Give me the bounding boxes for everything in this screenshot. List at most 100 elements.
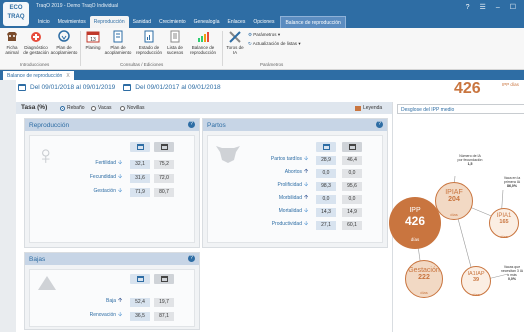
row-label-prolificidad: Prolificidad: [277, 182, 302, 188]
panel-body: Partos tardíos 🡫 28,9 46,4 Abortos 🡩 0,0…: [207, 135, 383, 243]
ipp-kpi-value: 426: [454, 80, 481, 97]
group-introducciones: Introducciones: [20, 62, 50, 67]
radio-selected-icon: [60, 105, 65, 111]
help-icon[interactable]: ?: [188, 255, 195, 262]
menu-icon[interactable]: ☰: [480, 4, 486, 12]
legend-button[interactable]: Leyenda: [355, 105, 382, 111]
legend-icon: [355, 105, 361, 111]
help-icon[interactable]: ?: [466, 4, 470, 12]
value-current: 71,9: [130, 188, 150, 197]
group-consultas: Consultas / Ediciones: [120, 62, 164, 67]
lista-sucesos-button[interactable]: Lista de sucesos: [164, 30, 186, 55]
calendar-icon: [322, 144, 330, 150]
list-icon: [170, 30, 180, 43]
note-tres-ia: Vacas que necesitan 3 IA o más 0,0%: [500, 265, 524, 281]
calendar-icon: [348, 144, 356, 150]
minimize-icon[interactable]: –: [496, 4, 500, 12]
mating-icon: [58, 30, 70, 42]
panel-body: ♀ Fertilidad 🡫 32,1 75,2 Fecundidad 🡫 31…: [29, 135, 195, 243]
previous-period-header: [154, 142, 174, 152]
value-previous: 95,6: [342, 182, 362, 191]
radio-icon: [91, 105, 96, 111]
value-previous: 46,4: [342, 156, 362, 165]
ipp-breakdown-diagram: Desglose del IPP medio Número de IA por …: [389, 102, 524, 332]
value-previous: 19,7: [154, 298, 174, 307]
document-tab-bar: Balance de reproducción X: [0, 70, 524, 80]
value-current: 0,0: [316, 169, 336, 178]
value-current: 28,9: [316, 156, 336, 165]
tools-icon: [229, 31, 241, 43]
maximize-icon[interactable]: ☐: [510, 4, 516, 12]
row-label-gestacion: Gestación: [93, 188, 116, 194]
radio-rebano[interactable]: Rebaño: [60, 105, 85, 111]
calendar-icon[interactable]: [123, 84, 132, 91]
value-previous: 87,1: [154, 312, 174, 321]
date-range-current[interactable]: Del 09/01/2018 al 09/01/2019: [30, 84, 115, 91]
ficha-animal-button[interactable]: Ficha animal: [2, 30, 22, 55]
menu-sanidad[interactable]: Sanidad: [129, 16, 155, 28]
bar-chart-icon: [198, 32, 209, 42]
plan-acoplamiento-button[interactable]: Plan de acoplamiento: [50, 30, 78, 55]
help-icon[interactable]: ?: [188, 121, 195, 128]
panel-bajas: Bajas ? Baja 🡩 52,4 19,7 Renovación 🡫 36…: [24, 252, 200, 330]
toros-ia-button[interactable]: Toros de IA: [226, 30, 244, 55]
ribbon-separator: [80, 31, 81, 66]
menu-genealogia[interactable]: Genealogía: [190, 16, 224, 28]
window-controls: ? ☰ – ☐: [466, 4, 516, 12]
row-label-fecundidad: Fecundidad: [89, 174, 116, 180]
estado-reproduccion-button[interactable]: Estado de reproducción: [134, 30, 164, 55]
row-label-fertilidad: Fertilidad: [95, 160, 116, 166]
value-previous: 80,7: [154, 188, 174, 197]
row-label-baja: Baja: [105, 298, 116, 304]
actualizacion-listas-button[interactable]: ↻ Actualización de listas ▾: [248, 41, 301, 47]
value-current: 52,4: [130, 298, 150, 307]
row-label-mortalidad: Mortalidad: [278, 208, 302, 214]
menu-inicio[interactable]: Inicio: [34, 16, 54, 28]
panel-header: Bajas ?: [25, 253, 199, 265]
trend-down-icon: 🡫: [304, 221, 309, 227]
date-range-previous[interactable]: Del 09/01/2017 al 09/01/2018: [135, 84, 220, 91]
value-previous: 0,0: [342, 169, 362, 178]
menu-movimientos[interactable]: Movimientos: [54, 16, 90, 28]
planing-button[interactable]: 13 Planing: [84, 30, 102, 50]
app-window: ECO TRAQ TraqO 2019 - Demo TraqO Individ…: [0, 0, 524, 332]
panel-partos: Partos ? Partos tardíos 🡫 28,9 46,4 Abor…: [202, 118, 388, 248]
app-title: TraqO 2019 - Demo TraqO Individual: [36, 3, 119, 9]
calendar-icon[interactable]: [18, 84, 26, 91]
trend-down-icon: 🡫: [118, 188, 123, 194]
previous-period-header: [154, 274, 174, 284]
help-icon[interactable]: ?: [376, 121, 383, 128]
panel-reproduccion: Reproducción ? ♀ Fertilidad 🡫 32,1 75,2 …: [24, 118, 200, 248]
close-tab-icon[interactable]: X: [66, 73, 69, 79]
radio-icon: [120, 105, 125, 111]
report-icon: [144, 30, 154, 43]
parametros-button[interactable]: ⚙ Parámetros ▾: [248, 32, 280, 38]
date-ranges: Del 09/01/2018 al 09/01/2019 Del 09/01/2…: [18, 84, 221, 91]
menu-opciones[interactable]: Opciones: [249, 16, 278, 28]
value-previous: 60,1: [342, 221, 362, 230]
radio-novillas[interactable]: Novillas: [120, 105, 145, 111]
menu-enlaces[interactable]: Enlaces: [224, 16, 250, 28]
value-current: 31,6: [130, 174, 150, 183]
ipp-kpi-unit: IPP días: [502, 82, 519, 87]
rate-bar: Tasa (%) Rebaño Vacas Novillas Leyenda: [16, 102, 392, 114]
cow-icon: [7, 32, 17, 41]
menu-balance-reproduccion[interactable]: Balance de reproducción: [280, 16, 346, 28]
balance-reproduccion-button[interactable]: Balance de reproducción: [188, 30, 218, 55]
ribbon-separator: [222, 31, 223, 66]
value-current: 98,3: [316, 182, 336, 191]
row-label-partos-tardios: Partos tardíos: [270, 156, 302, 162]
diagnostico-gestacion-button[interactable]: Diagnóstico de gestación: [22, 30, 50, 55]
menu-crecimiento[interactable]: Crecimiento: [155, 16, 190, 28]
panel-header: Reproducción ?: [25, 119, 199, 131]
ipiaf-circle: IPIAF 204 días: [435, 182, 473, 220]
main-content: Del 09/01/2018 al 09/01/2019 Del 09/01/2…: [16, 80, 524, 332]
radio-vacas[interactable]: Vacas: [91, 105, 112, 111]
menu-reproduccion[interactable]: Reproducción: [89, 16, 129, 28]
plan-acoplamiento-consulta-button[interactable]: Plan de acoplamiento: [104, 30, 132, 55]
tab-balance-reproduccion[interactable]: Balance de reproducción X: [3, 71, 74, 80]
rate-label: Tasa (%): [21, 104, 48, 111]
panel-body: Baja 🡩 52,4 19,7 Renovación 🡫 36,5 87,1: [29, 269, 195, 327]
group-parametros: Parámetros: [260, 62, 284, 67]
value-previous: 72,0: [154, 174, 174, 183]
